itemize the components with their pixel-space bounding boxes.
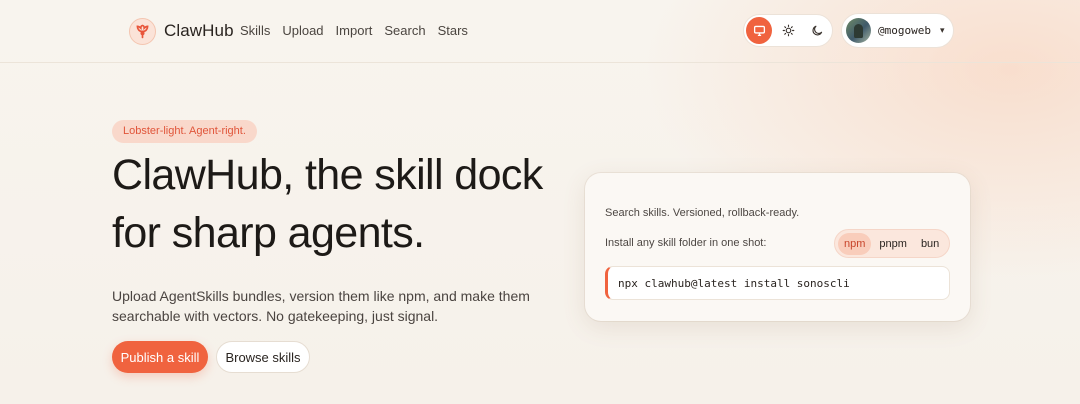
tab-bun[interactable]: bun [915, 233, 945, 255]
avatar [846, 18, 871, 43]
nav-skills[interactable]: Skills [240, 23, 270, 38]
card-intro-text: Search skills. Versioned, rollback-ready… [605, 207, 800, 219]
package-manager-tabs: npm pnpm bun [834, 229, 950, 258]
description-line-1: Upload AgentSkills bundles, version them… [112, 288, 530, 304]
page-title: ClawHub, the skill dock for sharp agents… [112, 146, 582, 262]
tab-pnpm[interactable]: pnpm [873, 233, 913, 255]
nav-upload[interactable]: Upload [282, 23, 323, 38]
install-command-box[interactable]: npx clawhub@latest install sonoscli [605, 266, 950, 300]
hero-description: Upload AgentSkills bundles, version them… [112, 286, 532, 326]
install-card: Search skills. Versioned, rollback-ready… [585, 173, 970, 321]
headline-line-1: ClawHub, the skill dock [112, 151, 543, 199]
main-nav: Skills Upload Import Search Stars [240, 23, 468, 38]
top-header: ClawHub Skills Upload Import Search Star… [0, 0, 1080, 63]
description-line-2: searchable with vectors. No gatekeeping,… [112, 308, 439, 324]
username: @mogoweb [878, 24, 931, 37]
nav-search[interactable]: Search [384, 23, 425, 38]
install-command[interactable]: npx clawhub@latest install sonoscli [618, 277, 850, 290]
monitor-icon[interactable] [746, 17, 772, 44]
lobster-icon [129, 17, 156, 45]
moon-icon[interactable] [804, 17, 830, 44]
sun-icon[interactable] [775, 17, 801, 44]
tab-npm[interactable]: npm [838, 232, 872, 255]
browse-skills-button[interactable]: Browse skills [216, 341, 310, 373]
headline-line-2: for sharp agents. [112, 209, 425, 257]
nav-stars[interactable]: Stars [438, 23, 468, 38]
chevron-down-icon: ▾ [939, 25, 945, 35]
card-install-label: Install any skill folder in one shot: [605, 237, 767, 249]
nav-import[interactable]: Import [336, 23, 373, 38]
theme-toggle [743, 14, 833, 47]
brand-name: ClawHub [164, 21, 234, 40]
publish-skill-button[interactable]: Publish a skill [112, 341, 208, 373]
brand[interactable]: ClawHub [129, 17, 234, 45]
user-menu[interactable]: @mogoweb ▾ [841, 13, 954, 48]
tagline-badge: Lobster-light. Agent-right. [112, 120, 257, 143]
